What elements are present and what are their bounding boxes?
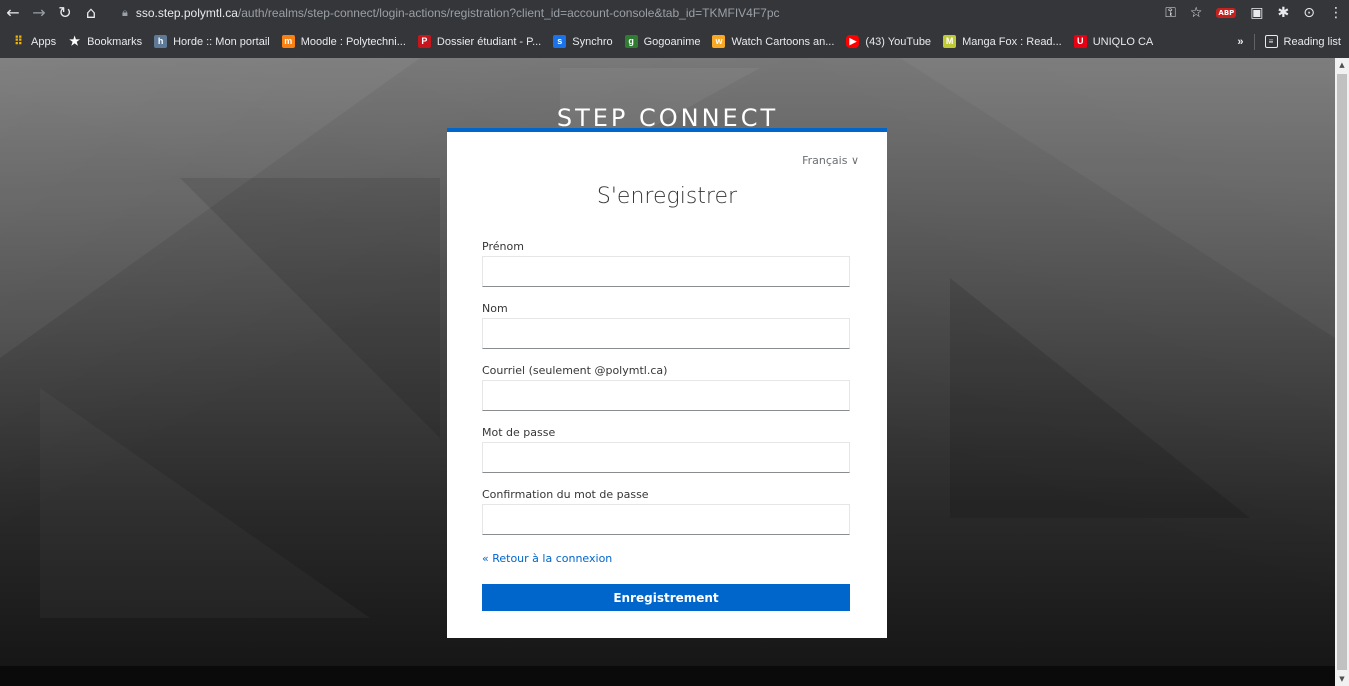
moodle-icon: m bbox=[281, 35, 295, 48]
adblock-icon[interactable]: ABP bbox=[1216, 7, 1237, 18]
footer-strip bbox=[0, 666, 1335, 686]
url-host: sso.step.polymtl.ca bbox=[135, 5, 238, 20]
scrollbar[interactable]: ▲ ▼ bbox=[1335, 58, 1349, 686]
bookmark-label: Dossier étudiant - P... bbox=[436, 35, 542, 48]
bookmark-label: Watch Cartoons an... bbox=[731, 35, 835, 48]
forward-arrow-icon[interactable]: → bbox=[26, 3, 52, 22]
bookmark-manga-fox[interactable]: M Manga Fox : Read... bbox=[943, 35, 1062, 48]
url-field[interactable]: sso.step.polymtl.ca/auth/realms/step-con… bbox=[136, 6, 780, 20]
url-path: /auth/realms/step-connect/login-actions/… bbox=[237, 5, 780, 20]
divider bbox=[1253, 33, 1255, 50]
first-name-input[interactable] bbox=[482, 256, 850, 287]
bookmark-youtube[interactable]: ▶ (43) YouTube bbox=[846, 35, 931, 48]
star-filled-icon: ★ bbox=[69, 34, 80, 48]
polytechnique-icon: P bbox=[417, 35, 431, 48]
bookmark-uniqlo[interactable]: U UNIQLO CA bbox=[1073, 35, 1154, 48]
bookmark-horde[interactable]: h Horde :: Mon portail bbox=[154, 35, 270, 48]
bookmark-label: (43) YouTube bbox=[865, 35, 932, 48]
key-icon[interactable]: ⚿ bbox=[1165, 5, 1176, 21]
email-input[interactable] bbox=[482, 380, 850, 411]
manga-fox-icon: M bbox=[943, 35, 957, 48]
lock-icon[interactable]: 🔒︎ bbox=[122, 6, 128, 20]
scroll-up-icon[interactable]: ▲ bbox=[1335, 61, 1349, 69]
menu-icon[interactable]: ⋮ bbox=[1329, 5, 1343, 21]
youtube-icon: ▶ bbox=[846, 35, 860, 48]
profile-icon[interactable]: ⊙ bbox=[1303, 5, 1315, 21]
scroll-down-icon[interactable]: ▼ bbox=[1335, 675, 1349, 683]
last-name-input[interactable] bbox=[482, 318, 850, 349]
last-name-label: Nom bbox=[482, 302, 508, 315]
reload-icon[interactable]: ↻ bbox=[52, 3, 78, 22]
first-name-label: Prénom bbox=[482, 240, 524, 253]
bookmark-label: Manga Fox : Read... bbox=[962, 35, 1062, 48]
address-bar: ← → ↻ ⌂ 🔒︎ sso.step.polymtl.ca/auth/real… bbox=[0, 0, 1349, 25]
bookmark-watch-cartoons[interactable]: w Watch Cartoons an... bbox=[712, 35, 834, 48]
bg-shape bbox=[40, 388, 370, 618]
synchro-icon: s bbox=[553, 35, 567, 48]
bookmark-apps[interactable]: ⠿ Apps bbox=[12, 35, 56, 48]
back-to-login-link[interactable]: « Retour à la connexion bbox=[482, 552, 612, 565]
bookmarks-overflow-icon[interactable]: » bbox=[1237, 36, 1243, 48]
bookmark-label: Horde :: Mon portail bbox=[173, 35, 270, 48]
reading-list-label[interactable]: Reading list bbox=[1284, 36, 1341, 48]
password-input[interactable] bbox=[482, 442, 850, 473]
scrollbar-thumb[interactable] bbox=[1337, 74, 1347, 670]
bookmark-label: Moodle : Polytechni... bbox=[300, 35, 406, 48]
registration-card: Français ∨ S'enregistrer Prénom Nom Cour… bbox=[447, 128, 887, 638]
bookmark-bookmarks[interactable]: ★ Bookmarks bbox=[68, 35, 142, 48]
cartoons-icon: w bbox=[712, 35, 726, 48]
puzzle-icon[interactable]: ✱ bbox=[1278, 5, 1290, 21]
bookmark-moodle[interactable]: m Moodle : Polytechni... bbox=[281, 35, 406, 48]
password-confirm-input[interactable] bbox=[482, 504, 850, 535]
apps-grid-icon: ⠿ bbox=[14, 34, 23, 48]
bookmark-label: UNIQLO CA bbox=[1092, 35, 1154, 48]
password-confirm-label: Confirmation du mot de passe bbox=[482, 488, 649, 501]
email-label: Courriel (seulement @polymtl.ca) bbox=[482, 364, 668, 377]
reading-list-icon: ≡ bbox=[1264, 35, 1278, 48]
language-selector[interactable]: Français ∨ bbox=[802, 154, 859, 167]
bookmark-label: Gogoanime bbox=[643, 35, 701, 48]
bookmark-label: Synchro bbox=[572, 35, 613, 48]
gogoanime-icon: g bbox=[624, 35, 638, 48]
star-icon[interactable]: ☆ bbox=[1190, 5, 1203, 21]
back-arrow-icon[interactable]: ← bbox=[0, 3, 26, 22]
bookmarks-bar: ⠿ Apps ★ Bookmarks h Horde :: Mon portai… bbox=[0, 25, 1349, 59]
form-title: S'enregistrer bbox=[596, 184, 738, 209]
horde-icon: h bbox=[154, 35, 168, 48]
bookmark-gogoanime[interactable]: g Gogoanime bbox=[624, 35, 701, 48]
bookmark-label: Apps bbox=[31, 35, 57, 48]
bookmark-label: Bookmarks bbox=[87, 35, 143, 48]
extension-icon[interactable]: ▣ bbox=[1250, 5, 1263, 21]
register-button[interactable]: Enregistrement bbox=[482, 584, 850, 611]
password-label: Mot de passe bbox=[482, 426, 556, 439]
bookmark-dossier[interactable]: P Dossier étudiant - P... bbox=[417, 35, 542, 48]
uniqlo-icon: U bbox=[1073, 35, 1087, 48]
home-icon[interactable]: ⌂ bbox=[78, 3, 104, 22]
bookmark-synchro[interactable]: s Synchro bbox=[553, 35, 613, 48]
bg-shape bbox=[950, 278, 1250, 518]
